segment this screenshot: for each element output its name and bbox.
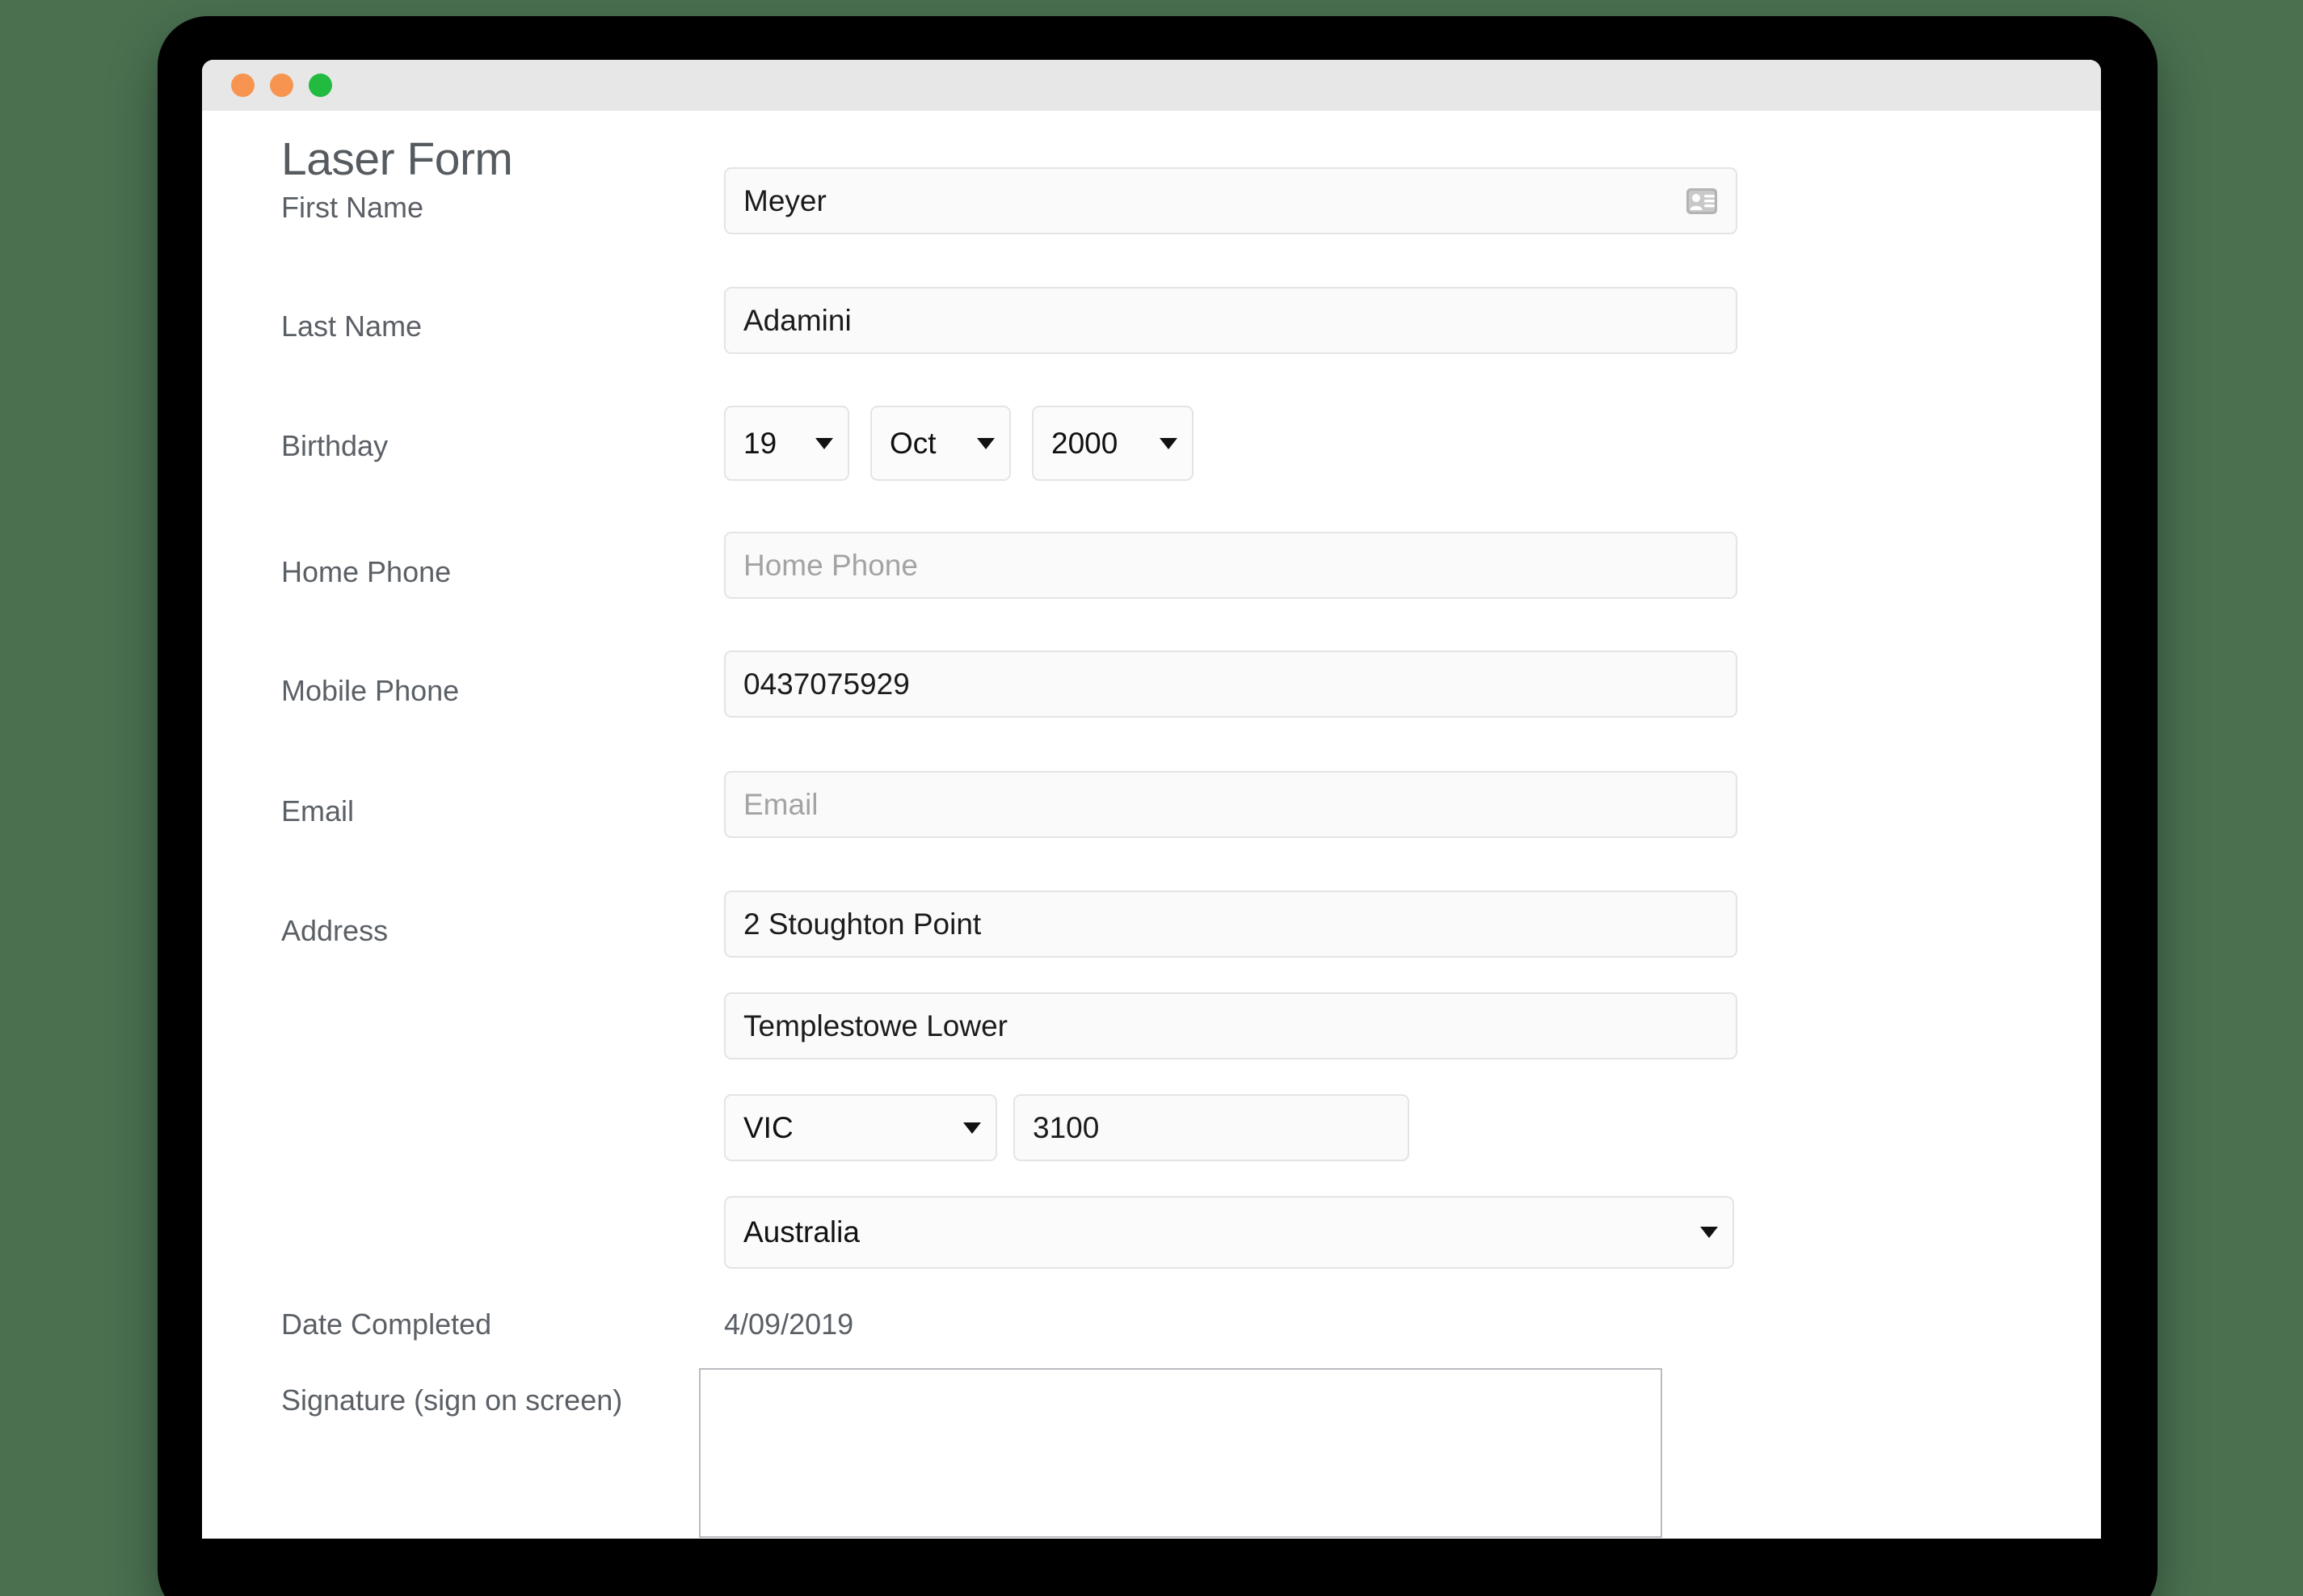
address-postcode-input[interactable]: 3100 <box>1013 1094 1409 1161</box>
address-suburb-input[interactable]: Templestowe Lower <box>724 992 1737 1059</box>
birthday-year-value: 2000 <box>1051 426 1118 460</box>
address-state-select[interactable]: VIC <box>724 1094 997 1161</box>
home-phone-input[interactable]: Home Phone <box>724 532 1737 599</box>
label-email: Email <box>281 794 355 827</box>
address-state-value: VIC <box>743 1110 794 1144</box>
contact-card-icon[interactable] <box>1686 187 1718 215</box>
address-postcode-input-value: 3100 <box>1033 1110 1100 1144</box>
mobile-phone-input-value: 0437075929 <box>743 667 910 701</box>
page-title: Laser Form <box>281 133 513 185</box>
signature-canvas[interactable] <box>699 1368 1662 1538</box>
label-home-phone: Home Phone <box>281 555 452 588</box>
last-name-input-value: Adamini <box>743 303 852 337</box>
minimize-window-button[interactable] <box>270 74 293 97</box>
label-last-name: Last Name <box>281 310 423 343</box>
date-completed-value: 4/09/2019 <box>724 1308 854 1341</box>
close-window-button[interactable] <box>231 74 255 97</box>
birthday-day-value: 19 <box>743 426 777 460</box>
birthday-month-value: Oct <box>890 426 937 460</box>
chevron-down-icon <box>963 1122 981 1134</box>
label-address: Address <box>281 914 389 947</box>
mobile-phone-input[interactable]: 0437075929 <box>724 651 1737 718</box>
birthday-month-select[interactable]: Oct <box>870 406 1011 481</box>
first-name-input-value: Meyer <box>743 183 827 217</box>
label-first-name: First Name <box>281 191 424 224</box>
zoom-window-button[interactable] <box>309 74 332 97</box>
chevron-down-icon <box>1700 1227 1718 1238</box>
window-titlebar <box>202 60 2101 111</box>
address-country-select[interactable]: Australia <box>724 1196 1734 1269</box>
browser-window: Laser Form First Name Meyer Last Name Ad… <box>202 60 2101 1539</box>
last-name-input[interactable]: Adamini <box>724 287 1737 354</box>
email-input-placeholder: Email <box>743 787 819 821</box>
address-street-input[interactable]: 2 Stoughton Point <box>724 891 1737 958</box>
address-suburb-input-value: Templestowe Lower <box>743 1009 1008 1042</box>
label-mobile-phone: Mobile Phone <box>281 674 460 707</box>
birthday-day-select[interactable]: 19 <box>724 406 849 481</box>
address-country-value: Australia <box>743 1215 860 1249</box>
label-signature: Signature (sign on screen) <box>281 1383 623 1417</box>
chevron-down-icon <box>1160 437 1177 449</box>
label-date-completed: Date Completed <box>281 1308 492 1341</box>
label-birthday: Birthday <box>281 429 389 462</box>
address-street-input-value: 2 Stoughton Point <box>743 907 982 941</box>
form-page: Laser Form First Name Meyer Last Name Ad… <box>202 111 2101 1539</box>
birthday-year-select[interactable]: 2000 <box>1032 406 1194 481</box>
first-name-input[interactable]: Meyer <box>724 167 1737 234</box>
chevron-down-icon <box>977 437 995 449</box>
home-phone-input-placeholder: Home Phone <box>743 548 918 582</box>
email-input[interactable]: Email <box>724 771 1737 838</box>
chevron-down-icon <box>815 437 833 449</box>
